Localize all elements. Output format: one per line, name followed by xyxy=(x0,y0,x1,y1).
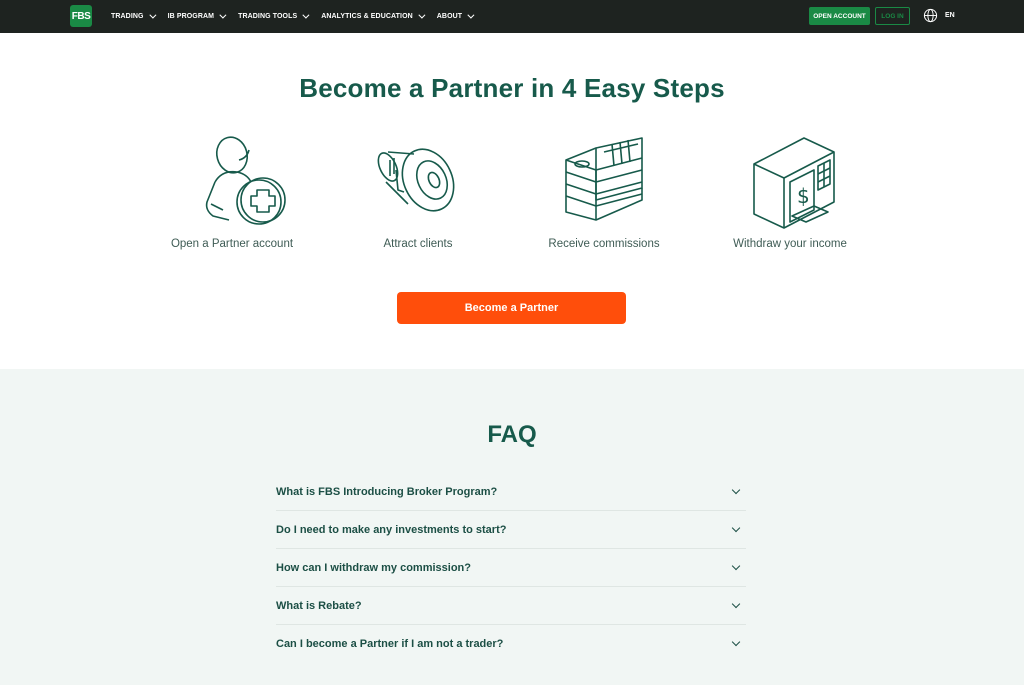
nav-label: TRADING xyxy=(111,13,144,20)
nav-label: TRADING TOOLS xyxy=(238,13,298,20)
chevron-down-icon xyxy=(731,485,741,494)
faq-section: FAQ What is FBS Introducing Broker Progr… xyxy=(0,369,1024,685)
main-nav: TRADING IB PROGRAM TRADING TOOLS ANALYTI… xyxy=(111,0,475,33)
faq-item[interactable]: Do I need to make any investments to sta… xyxy=(276,511,746,549)
login-button[interactable]: LOG IN xyxy=(875,7,910,25)
step-label: Attract clients xyxy=(383,238,453,250)
chevron-down-icon xyxy=(731,599,741,608)
chevron-down-icon xyxy=(219,11,227,19)
faq-list: What is FBS Introducing Broker Program? … xyxy=(276,473,746,663)
svg-text:$: $ xyxy=(797,184,810,208)
chevron-down-icon xyxy=(731,523,741,532)
faq-question: How can I withdraw my commission? xyxy=(276,561,471,574)
money-stack-icon xyxy=(565,137,643,221)
step-label: Receive commissions xyxy=(548,238,660,250)
chevron-down-icon xyxy=(731,561,741,570)
chevron-down-icon xyxy=(418,11,426,19)
user-add-icon xyxy=(205,136,286,225)
step-receive-commissions: Receive commissions xyxy=(519,130,689,250)
nav-item-analytics-education[interactable]: ANALYTICS & EDUCATION xyxy=(321,11,426,20)
steps-title: Become a Partner in 4 Easy Steps xyxy=(299,73,725,103)
atm-icon: $ xyxy=(753,137,835,229)
chevron-down-icon xyxy=(302,11,310,19)
fbs-logo[interactable]: FBS xyxy=(70,5,92,27)
globe-icon[interactable] xyxy=(923,8,938,23)
step-attract-clients: Attract clients xyxy=(333,130,503,250)
step-label: Open a Partner account xyxy=(170,238,294,250)
nav-label: IB PROGRAM xyxy=(167,13,215,20)
faq-question: Can I become a Partner if I am not a tra… xyxy=(276,638,504,650)
open-account-button[interactable]: OPEN ACCOUNT xyxy=(809,7,870,25)
faq-item[interactable]: What is FBS Introducing Broker Program? xyxy=(276,473,746,511)
chevron-down-icon xyxy=(148,11,157,19)
top-navigation-bar: FBS TRADING IB PROGRAM TRADING TOOLS ANA… xyxy=(0,0,1024,33)
nav-label: ANALYTICS & EDUCATION xyxy=(321,13,413,20)
step-label: Withdraw your income xyxy=(733,238,847,250)
megaphone-icon xyxy=(377,148,455,212)
faq-item[interactable]: What is Rebate? xyxy=(276,587,746,625)
nav-item-trading-tools[interactable]: TRADING TOOLS xyxy=(238,11,310,20)
chevron-down-icon xyxy=(467,11,475,19)
faq-question: What is FBS Introducing Broker Program? xyxy=(276,485,498,498)
step-withdraw-income: $ Withdraw your income xyxy=(705,130,875,250)
step-open-account: Open a Partner account xyxy=(147,130,317,250)
become-partner-button[interactable]: Become a Partner xyxy=(397,292,626,324)
chevron-down-icon xyxy=(731,637,741,647)
faq-item[interactable]: How can I withdraw my commission? xyxy=(276,549,746,587)
nav-item-trading[interactable]: TRADING xyxy=(111,11,157,20)
language-selector[interactable]: EN xyxy=(945,12,955,19)
nav-label: ABOUT xyxy=(436,13,463,20)
nav-item-about[interactable]: ABOUT xyxy=(436,11,475,20)
faq-question: What is Rebate? xyxy=(276,599,362,612)
nav-item-ib-program[interactable]: IB PROGRAM xyxy=(167,11,227,20)
faq-title: FAQ xyxy=(487,421,537,448)
faq-question: Do I need to make any investments to sta… xyxy=(276,523,507,536)
faq-item[interactable]: Can I become a Partner if I am not a tra… xyxy=(276,625,746,663)
